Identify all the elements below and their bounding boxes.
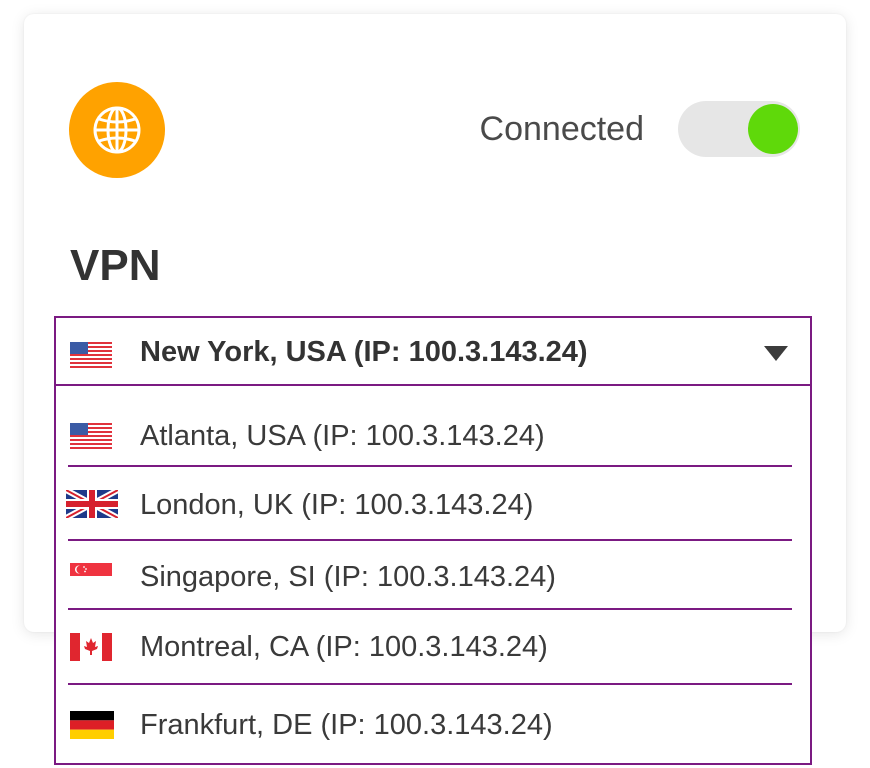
location-option-frankfurt[interactable]: Frankfurt, DE (IP: 100.3.143.24): [56, 705, 810, 745]
caret-down-icon[interactable]: [764, 346, 788, 361]
flag-us-icon: [70, 342, 112, 368]
location-select[interactable]: New York, USA (IP: 100.3.143.24): [54, 316, 812, 386]
option-divider: [68, 465, 792, 467]
selected-location: New York, USA (IP: 100.3.143.24): [140, 336, 588, 368]
location-option-london[interactable]: London, UK (IP: 100.3.143.24): [56, 485, 810, 525]
flag-de-icon: [70, 711, 114, 739]
location-dropdown: Atlanta, USA (IP: 100.3.143.24) London, …: [54, 386, 812, 765]
location-option-label: Frankfurt, DE (IP: 100.3.143.24): [140, 709, 553, 741]
flag-us-icon: [70, 423, 112, 449]
flag-sg-icon: [70, 563, 112, 589]
location-option-label: London, UK (IP: 100.3.143.24): [140, 489, 534, 521]
globe-icon: [93, 106, 141, 154]
option-divider: [68, 539, 792, 541]
flag-uk-icon: [66, 490, 118, 518]
location-option-label: Singapore, SI (IP: 100.3.143.24): [140, 561, 556, 593]
flag-ca-icon: [70, 633, 112, 661]
page-title: VPN: [70, 241, 161, 290]
location-option-label: Montreal, CA (IP: 100.3.143.24): [140, 631, 548, 663]
connection-status: Connected: [479, 110, 644, 148]
location-option-singapore[interactable]: Singapore, SI (IP: 100.3.143.24): [56, 557, 810, 597]
option-divider: [68, 683, 792, 685]
vpn-logo: [69, 82, 165, 178]
option-divider: [68, 608, 792, 610]
connection-toggle[interactable]: [678, 101, 800, 157]
location-option-label: Atlanta, USA (IP: 100.3.143.24): [140, 420, 545, 452]
location-option-atlanta[interactable]: Atlanta, USA (IP: 100.3.143.24): [56, 416, 810, 456]
location-option-montreal[interactable]: Montreal, CA (IP: 100.3.143.24): [56, 627, 810, 667]
toggle-knob[interactable]: [748, 104, 798, 154]
